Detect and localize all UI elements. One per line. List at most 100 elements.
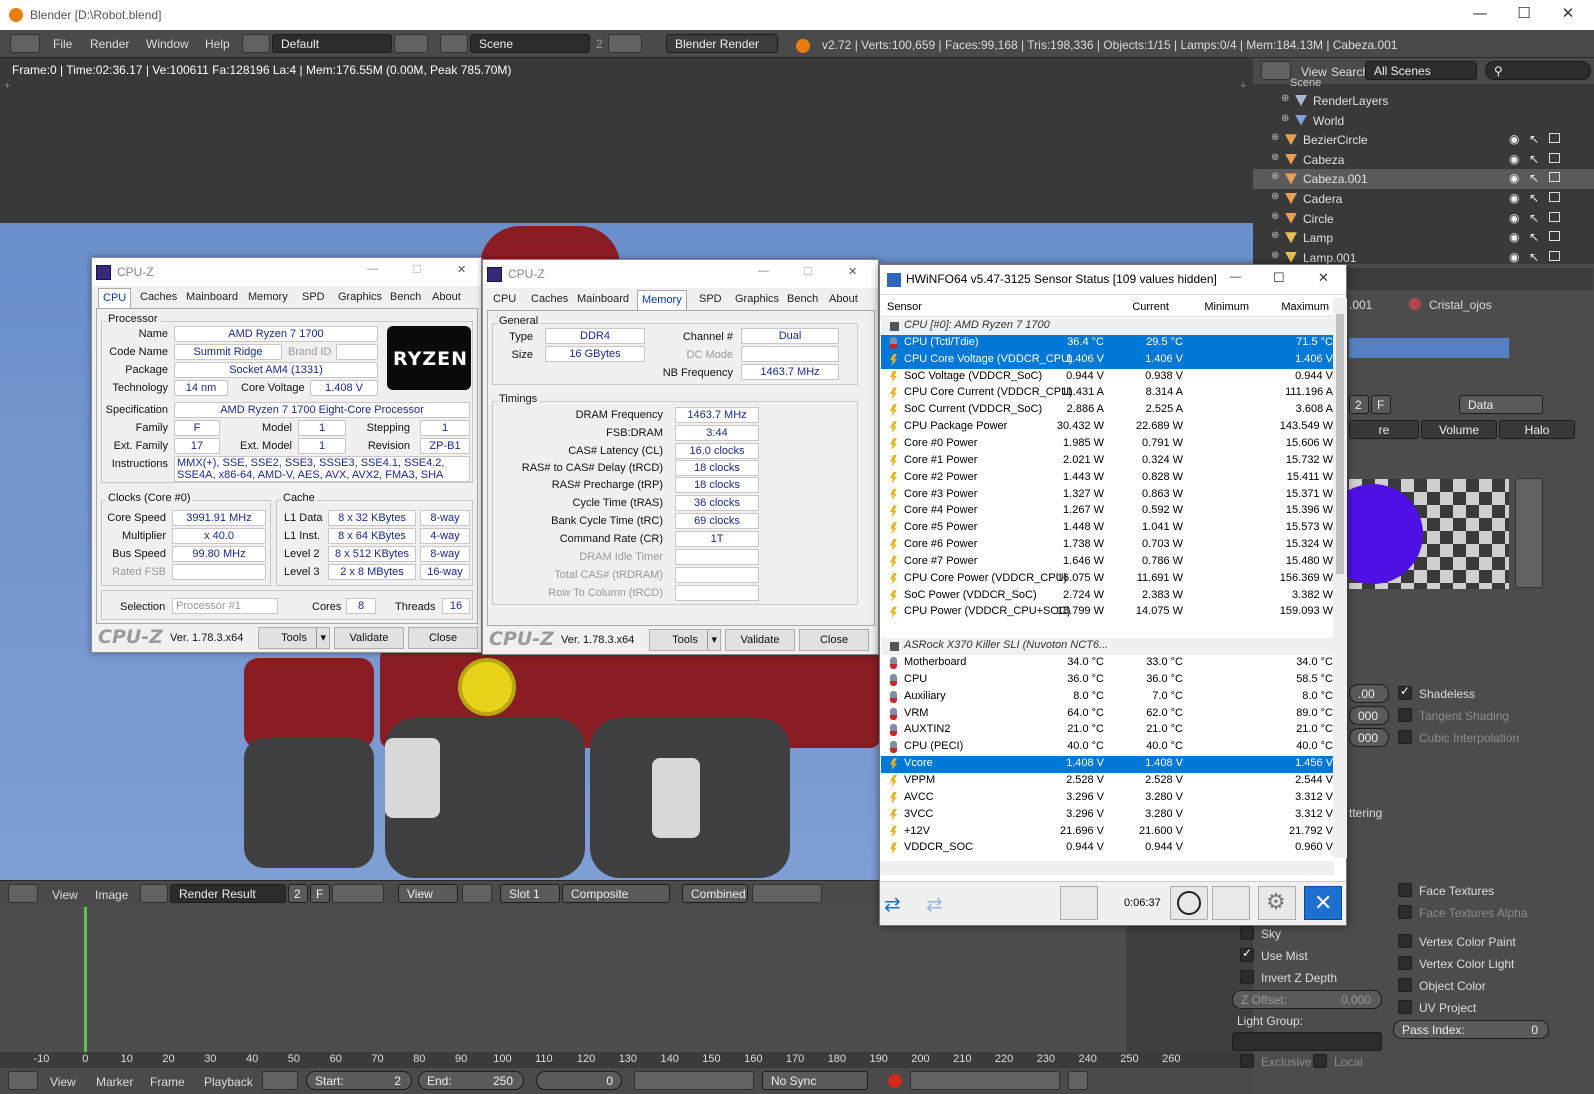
- tab-spd[interactable]: SPD: [695, 290, 726, 310]
- sensor-row[interactable]: Core #2 Power 1.443 W 0.828 W 15.411 W: [881, 470, 1333, 487]
- outliner-item[interactable]: ⊕ Cabeza.001 ◉ ↖: [1253, 169, 1594, 190]
- selectability-cursor-icon[interactable]: ↖: [1529, 230, 1539, 244]
- uv-project-checkbox[interactable]: [1398, 1000, 1412, 1014]
- editor-type-icon[interactable]: [1261, 61, 1291, 80]
- pivot-icon[interactable]: [462, 884, 492, 903]
- column-sensor[interactable]: Sensor: [887, 301, 922, 313]
- tab-cpu[interactable]: CPU: [489, 290, 520, 310]
- sync-dropdown[interactable]: No Sync: [762, 1071, 868, 1090]
- data-dropdown[interactable]: Data: [1459, 395, 1543, 414]
- validate-button[interactable]: Validate: [334, 627, 404, 649]
- exclusive-checkbox[interactable]: [1240, 1054, 1254, 1068]
- render-camera-icon[interactable]: [1549, 152, 1560, 163]
- menu-render[interactable]: Render: [90, 37, 129, 51]
- current-frame-field[interactable]: 0: [536, 1071, 622, 1090]
- invert-z-depth-checkbox[interactable]: [1240, 970, 1254, 984]
- clock-icon[interactable]: [1170, 886, 1208, 920]
- value-field[interactable]: .00: [1349, 684, 1389, 703]
- nav-arrows-icon[interactable]: ⇄: [926, 892, 943, 917]
- sensor-row[interactable]: SoC Voltage (VDDCR_SoC) 0.944 V 0.938 V 0.9…: [881, 369, 1333, 386]
- outliner-item[interactable]: ⊕ Cadera ◉ ↖: [1253, 189, 1594, 209]
- scene-icon[interactable]: [440, 34, 468, 53]
- selectability-cursor-icon[interactable]: ↖: [1529, 171, 1539, 185]
- column-minimum[interactable]: Minimum: [1204, 301, 1249, 313]
- menu-image[interactable]: Image: [95, 888, 128, 902]
- tools-button[interactable]: Tools ▾: [258, 627, 330, 649]
- fake-user-toggle[interactable]: F: [310, 884, 330, 903]
- menu-frame[interactable]: Frame: [150, 1075, 185, 1089]
- tab-halo[interactable]: Halo: [1499, 420, 1575, 439]
- light-group-field[interactable]: [1232, 1032, 1382, 1051]
- validate-button[interactable]: Validate: [725, 629, 795, 651]
- tab-volume[interactable]: Volume: [1421, 420, 1497, 439]
- render-engine-dropdown[interactable]: Blender Render: [666, 34, 778, 53]
- sky-checkbox[interactable]: [1240, 926, 1254, 940]
- expand-icon[interactable]: ⊕: [1271, 152, 1279, 163]
- sensor-row[interactable]: Core #4 Power 1.267 W 0.592 W 15.396 W: [881, 503, 1333, 520]
- menu-marker[interactable]: Marker: [96, 1075, 133, 1089]
- expand-icon[interactable]: ⊕: [1271, 171, 1279, 182]
- visibility-eye-icon[interactable]: ◉: [1509, 171, 1519, 185]
- column-current[interactable]: Current: [1132, 301, 1169, 313]
- tab-bench[interactable]: Bench: [386, 288, 425, 308]
- outliner-item[interactable]: ⊕ RenderLayers: [1253, 91, 1594, 111]
- display-mode-dropdown[interactable]: All Scenes: [1365, 61, 1477, 80]
- timeline-area[interactable]: [0, 907, 1253, 1052]
- outliner-item[interactable]: ⊕ World: [1253, 111, 1594, 131]
- menu-playback[interactable]: Playback: [204, 1075, 253, 1089]
- view-dropdown[interactable]: View: [398, 884, 458, 903]
- keying-set-field[interactable]: [910, 1071, 1060, 1090]
- outliner-item[interactable]: ⊕ Lamp ◉ ↖: [1253, 228, 1594, 248]
- pass-dropdown[interactable]: Combined: [682, 884, 748, 903]
- end-frame-field[interactable]: End: 250: [418, 1071, 524, 1090]
- sensor-row[interactable]: CPU Power (VDDCR_CPU+SOC) 18.799 W 14.075 …: [881, 604, 1333, 621]
- display-channels-icon[interactable]: [752, 884, 822, 903]
- tab-graphics[interactable]: Graphics: [731, 290, 783, 310]
- expand-icon[interactable]: ⊕: [1281, 113, 1289, 124]
- sensor-row[interactable]: CPU Core Current (VDDCR_CPU) 11.431 A 8.31…: [881, 385, 1333, 402]
- render-camera-icon[interactable]: [1549, 133, 1560, 144]
- current-frame-line[interactable]: [84, 907, 87, 1052]
- tab-about[interactable]: About: [825, 290, 862, 310]
- expand-icon[interactable]: ⊕: [1271, 132, 1279, 143]
- vertex-color-paint-checkbox[interactable]: [1398, 934, 1412, 948]
- value-field[interactable]: 000: [1349, 728, 1389, 747]
- tab-caches[interactable]: Caches: [527, 290, 572, 310]
- close-button[interactable]: Close: [799, 629, 869, 651]
- visibility-eye-icon[interactable]: ◉: [1509, 191, 1519, 205]
- maximize-button[interactable]: ☐: [803, 265, 813, 278]
- image-actions-icon[interactable]: [332, 884, 384, 903]
- record-icon[interactable]: [888, 1074, 902, 1088]
- image-name-field[interactable]: Render Result: [170, 884, 286, 903]
- sensor-row[interactable]: Auxiliary 8.0 °C 7.0 °C 8.0 °C: [881, 689, 1333, 706]
- preview-type-icons[interactable]: [1515, 478, 1543, 588]
- visibility-eye-icon[interactable]: ◉: [1509, 250, 1519, 264]
- sensor-row[interactable]: CPU Package Power 30.432 W 22.689 W 143.549…: [881, 419, 1333, 436]
- menu-view[interactable]: View: [52, 888, 78, 902]
- outliner-item[interactable]: ⊕ Circle ◉ ↖: [1253, 209, 1594, 229]
- nav-arrows-icon[interactable]: ⇄: [884, 892, 901, 917]
- sensor-row[interactable]: CPU 36.0 °C 36.0 °C 58.5 °C: [881, 672, 1333, 689]
- playback-controls-icon[interactable]: [634, 1071, 754, 1090]
- sensor-row[interactable]: Motherboard 34.0 °C 33.0 °C 34.0 °C: [881, 655, 1333, 672]
- sensor-row[interactable]: AVCC 3.296 V 3.280 V 3.312 V: [881, 790, 1333, 807]
- outliner-search-field[interactable]: ⚲: [1485, 61, 1591, 80]
- maximize-button[interactable]: ☐: [1502, 4, 1546, 26]
- sensor-row[interactable]: Core #6 Power 1.738 W 0.703 W 15.324 W: [881, 537, 1333, 554]
- visibility-eye-icon[interactable]: ◉: [1509, 211, 1519, 225]
- selectability-cursor-icon[interactable]: ↖: [1529, 152, 1539, 166]
- selectability-cursor-icon[interactable]: ↖: [1529, 211, 1539, 225]
- editor-type-icon[interactable]: [8, 884, 38, 903]
- tab-memory[interactable]: Memory: [244, 288, 292, 308]
- menu-window[interactable]: Window: [146, 37, 189, 51]
- sensor-row[interactable]: VRM 64.0 °C 62.0 °C 89.0 °C: [881, 706, 1333, 723]
- render-camera-icon[interactable]: [1549, 211, 1560, 222]
- minimize-button[interactable]: —: [367, 263, 378, 275]
- expand-icon[interactable]: ⊕: [1271, 230, 1279, 241]
- sensor-row[interactable]: CPU (PECI) 40.0 °C 40.0 °C 40.0 °C: [881, 739, 1333, 756]
- maximize-button[interactable]: ☐: [412, 263, 422, 276]
- menu-file[interactable]: File: [53, 37, 72, 51]
- maximize-button[interactable]: ☐: [1273, 270, 1285, 286]
- start-frame-field[interactable]: Start: 2: [306, 1071, 412, 1090]
- sensor-row[interactable]: +12V 21.696 V 21.600 V 21.792 V: [881, 824, 1333, 841]
